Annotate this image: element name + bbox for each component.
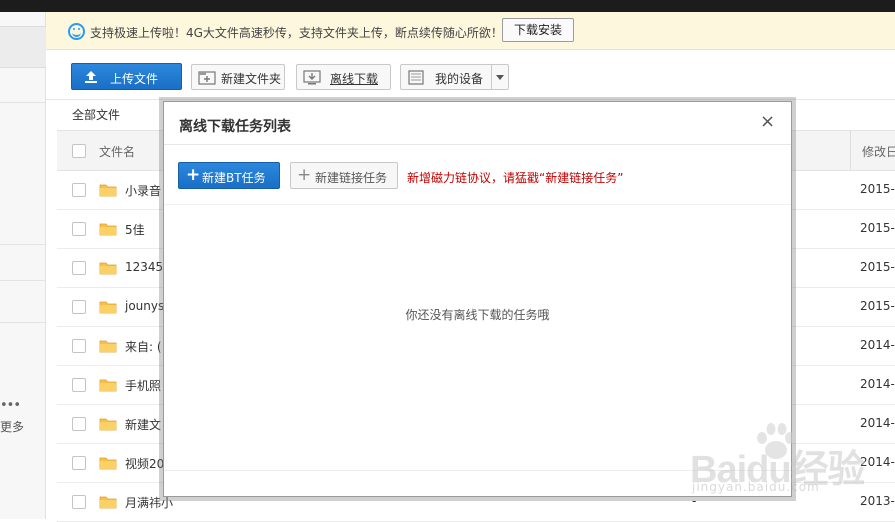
watermark-url: jingyan.baidu.com [692,480,820,494]
more-dots-icon[interactable]: ••• [0,398,21,413]
folder-icon [99,457,117,470]
notice-bar: 支持极速上传啦！4G大文件高速秒传，支持文件夹上传，断点续传随心所欲！ 下载安装 [46,12,895,50]
sidebar-selected-item[interactable] [0,26,46,68]
my-devices-label: 我的设备 [435,72,484,86]
column-separator [850,131,851,170]
folder-icon [99,496,117,509]
new-bt-task-button[interactable]: + 新建BT任务 [178,162,280,189]
file-date: 2015-0 [860,260,895,274]
upload-icon [85,71,97,83]
row-checkbox[interactable] [72,339,86,353]
file-name[interactable]: 来自: ( [125,338,162,355]
dialog-title: 离线下载任务列表 [179,119,291,135]
offline-download-label: 离线下载 [330,72,379,86]
folder-icon [99,184,117,197]
new-link-task-button[interactable]: + 新建链接任务 [290,162,398,189]
folder-icon [99,418,117,431]
offline-download-button[interactable]: 离线下载 [296,64,391,90]
row-checkbox[interactable] [72,300,86,314]
row-checkbox[interactable] [72,222,86,236]
empty-task-message: 你还没有离线下载的任务哦 [405,308,550,322]
sidebar-divider [0,102,46,103]
file-date: 2015-0 [860,299,895,313]
my-devices-button[interactable]: 我的设备 [400,64,509,90]
toolbar: 上传文件 新建文件夹 离线下载 我的设备 [46,50,895,100]
new-folder-icon [198,71,216,85]
breadcrumb[interactable]: 全部文件 [72,106,120,123]
sidebar-divider [0,322,46,323]
row-checkbox[interactable] [72,456,86,470]
plus-icon: + [297,165,312,185]
file-date: 2015-0 [860,182,895,196]
sidebar-more-label[interactable]: 更多 [0,418,24,435]
file-name[interactable]: 5佳 [125,221,145,238]
new-folder-label: 新建文件夹 [221,72,282,86]
plus-icon: + [186,165,201,185]
file-name[interactable]: 小录音 [125,182,161,199]
row-checkbox[interactable] [72,417,86,431]
top-dark-strip [0,0,895,12]
notice-text: 支持极速上传啦！4G大文件高速秒传，支持文件夹上传，断点续传随心所欲！ [90,26,503,40]
file-date: 2014-0 [860,338,895,352]
row-checkbox[interactable] [72,261,86,275]
smile-icon [68,23,85,40]
sidebar-divider [0,280,46,281]
dialog-divider [164,204,791,205]
column-header-name[interactable]: 文件名 [99,143,135,160]
folder-icon [99,379,117,392]
chevron-down-icon[interactable] [491,65,508,89]
row-checkbox[interactable] [72,183,86,197]
folder-icon [99,301,117,314]
offline-download-icon [303,70,321,85]
left-sidebar: ••• 更多 [0,12,46,519]
file-date: 2014-0 [860,377,895,391]
magnet-tip-text: 新增磁力链协议，请猛戳“新建链接任务” [407,171,624,185]
download-install-button[interactable]: 下载安装 [502,18,574,42]
file-name[interactable]: 视频20 [125,455,164,472]
row-checkbox[interactable] [72,378,86,392]
new-folder-button[interactable]: 新建文件夹 [191,64,285,90]
file-date: 2015-0 [860,221,895,235]
new-link-task-label: 新建链接任务 [315,171,388,185]
column-header-date[interactable]: 修改日 [862,143,895,160]
new-bt-task-label: 新建BT任务 [202,171,266,185]
device-icon [408,70,424,85]
folder-icon [99,223,117,236]
file-name[interactable]: 手机照 [125,377,161,394]
file-name[interactable]: jounys [125,299,164,313]
close-icon[interactable]: × [760,113,775,131]
folder-icon [99,340,117,353]
row-checkbox[interactable] [72,495,86,509]
upload-button[interactable]: 上传文件 [71,63,182,90]
dialog-header: 离线下载任务列表 × [164,102,791,145]
sidebar-divider [0,244,46,245]
baidu-jingyan-watermark: Baidu经验 jingyan.baidu.com [690,420,890,515]
folder-icon [99,262,117,275]
file-name[interactable]: 新建文 [125,416,161,433]
upload-label: 上传文件 [110,72,159,86]
select-all-checkbox[interactable] [72,144,86,158]
